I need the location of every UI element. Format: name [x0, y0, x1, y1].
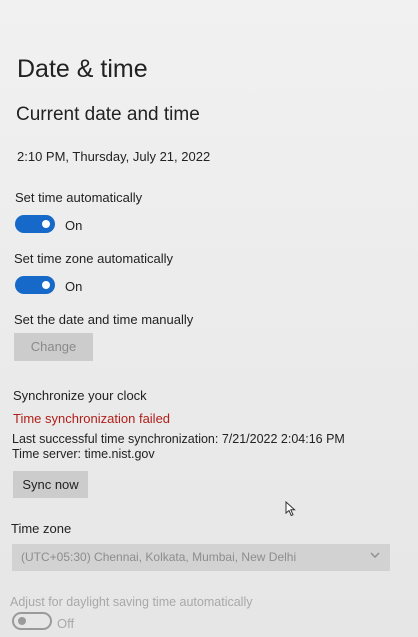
change-button[interactable]: Change — [14, 333, 93, 361]
set-time-zone-automatically-state: On — [65, 279, 83, 294]
sync-clock-title: Synchronize your clock — [13, 388, 147, 403]
dst-state: Off — [57, 616, 75, 631]
set-time-automatically-toggle[interactable] — [15, 215, 55, 233]
set-time-automatically-state: On — [65, 218, 83, 233]
section-title: Current date and time — [16, 104, 200, 125]
mouse-cursor-icon — [285, 501, 296, 517]
set-time-automatically-label: Set time automatically — [15, 190, 143, 205]
time-zone-dropdown[interactable]: (UTC+05:30) Chennai, Kolkata, Mumbai, Ne… — [12, 544, 390, 571]
chevron-down-icon — [370, 552, 380, 558]
sync-now-button[interactable]: Sync now — [13, 471, 88, 498]
last-sync-text: Last successful time synchronization: 7/… — [12, 432, 345, 446]
set-time-zone-automatically-toggle[interactable] — [15, 276, 55, 294]
toggle-knob — [42, 220, 50, 228]
current-datetime: 2:10 PM, Thursday, July 21, 2022 — [17, 149, 211, 164]
dst-label: Adjust for daylight saving time automati… — [10, 595, 253, 609]
time-zone-label: Time zone — [11, 521, 72, 536]
page-title: Date & time — [17, 55, 148, 83]
dst-toggle[interactable] — [12, 612, 52, 630]
set-manually-label: Set the date and time manually — [14, 312, 194, 327]
time-zone-selected: (UTC+05:30) Chennai, Kolkata, Mumbai, Ne… — [21, 550, 297, 564]
toggle-knob — [42, 281, 50, 289]
set-time-zone-automatically-label: Set time zone automatically — [14, 251, 173, 266]
settings-page: Date & time Current date and time 2:10 P… — [0, 0, 418, 637]
toggle-knob — [18, 617, 26, 625]
time-server-text: Time server: time.nist.gov — [12, 447, 155, 461]
sync-status: Time synchronization failed — [13, 411, 171, 426]
